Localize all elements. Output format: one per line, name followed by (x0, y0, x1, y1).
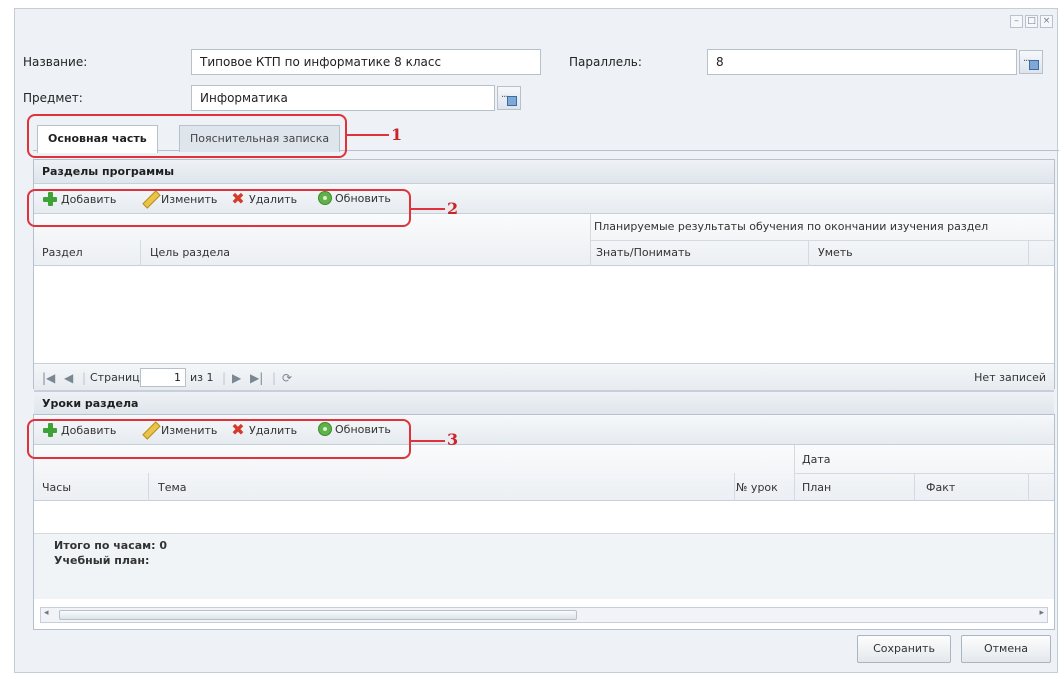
prev-page-icon[interactable]: ◀ (64, 371, 73, 385)
column-divider (808, 240, 809, 266)
parallel-lookup-button[interactable]: ··· (1019, 50, 1043, 74)
first-page-icon[interactable]: |◀ (42, 371, 55, 385)
callout-line-1 (347, 134, 389, 136)
window-controls: – □ × (1010, 15, 1053, 28)
pager-separator: | (272, 371, 277, 385)
scroll-right-icon[interactable]: ▸ (1039, 608, 1044, 618)
subject-lookup-button[interactable]: ··· (497, 86, 521, 110)
col-section-goal[interactable]: Цель раздела (150, 246, 230, 259)
page-total: из 1 (190, 371, 214, 384)
subject-label: Предмет: (23, 91, 83, 105)
header-divider (794, 473, 1054, 474)
callout-frame-3 (27, 419, 411, 459)
minimize-button[interactable]: – (1010, 15, 1023, 28)
next-page-icon[interactable]: ▶ (232, 371, 241, 385)
column-divider (148, 473, 149, 501)
last-page-icon[interactable]: ▶| (250, 371, 263, 385)
callout-number-1: 1 (391, 125, 403, 144)
name-field[interactable]: Типовое КТП по информатике 8 класс (191, 49, 541, 75)
callout-frame-1 (27, 114, 347, 158)
callout-line-3 (411, 440, 445, 442)
sections-pager: |◀ ◀ | Страница 1 из 1 | ▶ ▶| | ⟳ Нет за… (34, 363, 1054, 391)
sections-title: Разделы программы (34, 160, 1054, 184)
lessons-title: Уроки раздела (34, 391, 1054, 415)
page-number-input[interactable]: 1 (140, 368, 186, 387)
refresh-icon[interactable]: ⟳ (282, 371, 292, 385)
scroll-left-icon[interactable]: ◂ (44, 608, 49, 618)
total-hours: Итого по часам: 0 (54, 539, 168, 552)
date-group-header: Дата (802, 453, 831, 466)
cancel-button[interactable]: Отмена (961, 635, 1051, 663)
col-know-understand[interactable]: Знать/Понимать (596, 246, 691, 259)
pager-separator: | (82, 371, 87, 385)
horizontal-scrollbar[interactable]: ◂ ▸ (40, 607, 1048, 623)
column-divider (590, 214, 591, 266)
lessons-summary: Итого по часам: 0 Учебный план: (34, 533, 1054, 599)
column-divider (1028, 240, 1029, 266)
subject-field[interactable]: Информатика (191, 85, 495, 111)
parallel-label: Параллель: (569, 55, 642, 69)
close-button[interactable]: × (1040, 15, 1053, 28)
column-divider (140, 240, 141, 266)
column-divider (734, 473, 735, 501)
no-records-status: Нет записей (974, 371, 1046, 384)
sections-group-header: Планируемые результаты обучения по оконч… (594, 220, 989, 233)
col-topic[interactable]: Тема (158, 481, 187, 494)
col-hours[interactable]: Часы (42, 481, 71, 494)
callout-number-3: 3 (447, 430, 459, 449)
study-plan: Учебный план: (54, 554, 150, 567)
col-plan[interactable]: План (802, 481, 831, 494)
maximize-button[interactable]: □ (1025, 15, 1038, 28)
scrollbar-thumb[interactable] (59, 610, 577, 620)
lookup-icon (507, 96, 517, 106)
callout-line-2 (411, 208, 445, 210)
col-section[interactable]: Раздел (42, 246, 83, 259)
header-divider (590, 240, 1054, 241)
col-fact[interactable]: Факт (926, 481, 955, 494)
column-divider (914, 473, 915, 501)
col-lesson-number[interactable]: № урок (736, 481, 778, 494)
page-label: Страница (90, 371, 147, 384)
callout-frame-2 (27, 189, 411, 227)
lookup-icon (1029, 60, 1039, 70)
save-button[interactable]: Сохранить (857, 635, 951, 663)
parallel-field[interactable]: 8 (707, 49, 1017, 75)
ktp-editor-window: – □ × Название: Типовое КТП по информати… (14, 8, 1059, 673)
pager-separator: | (222, 371, 227, 385)
column-divider (1028, 473, 1029, 501)
col-be-able[interactable]: Уметь (818, 246, 853, 259)
callout-number-2: 2 (447, 199, 459, 218)
column-divider (794, 445, 795, 501)
name-label: Название: (23, 55, 88, 69)
